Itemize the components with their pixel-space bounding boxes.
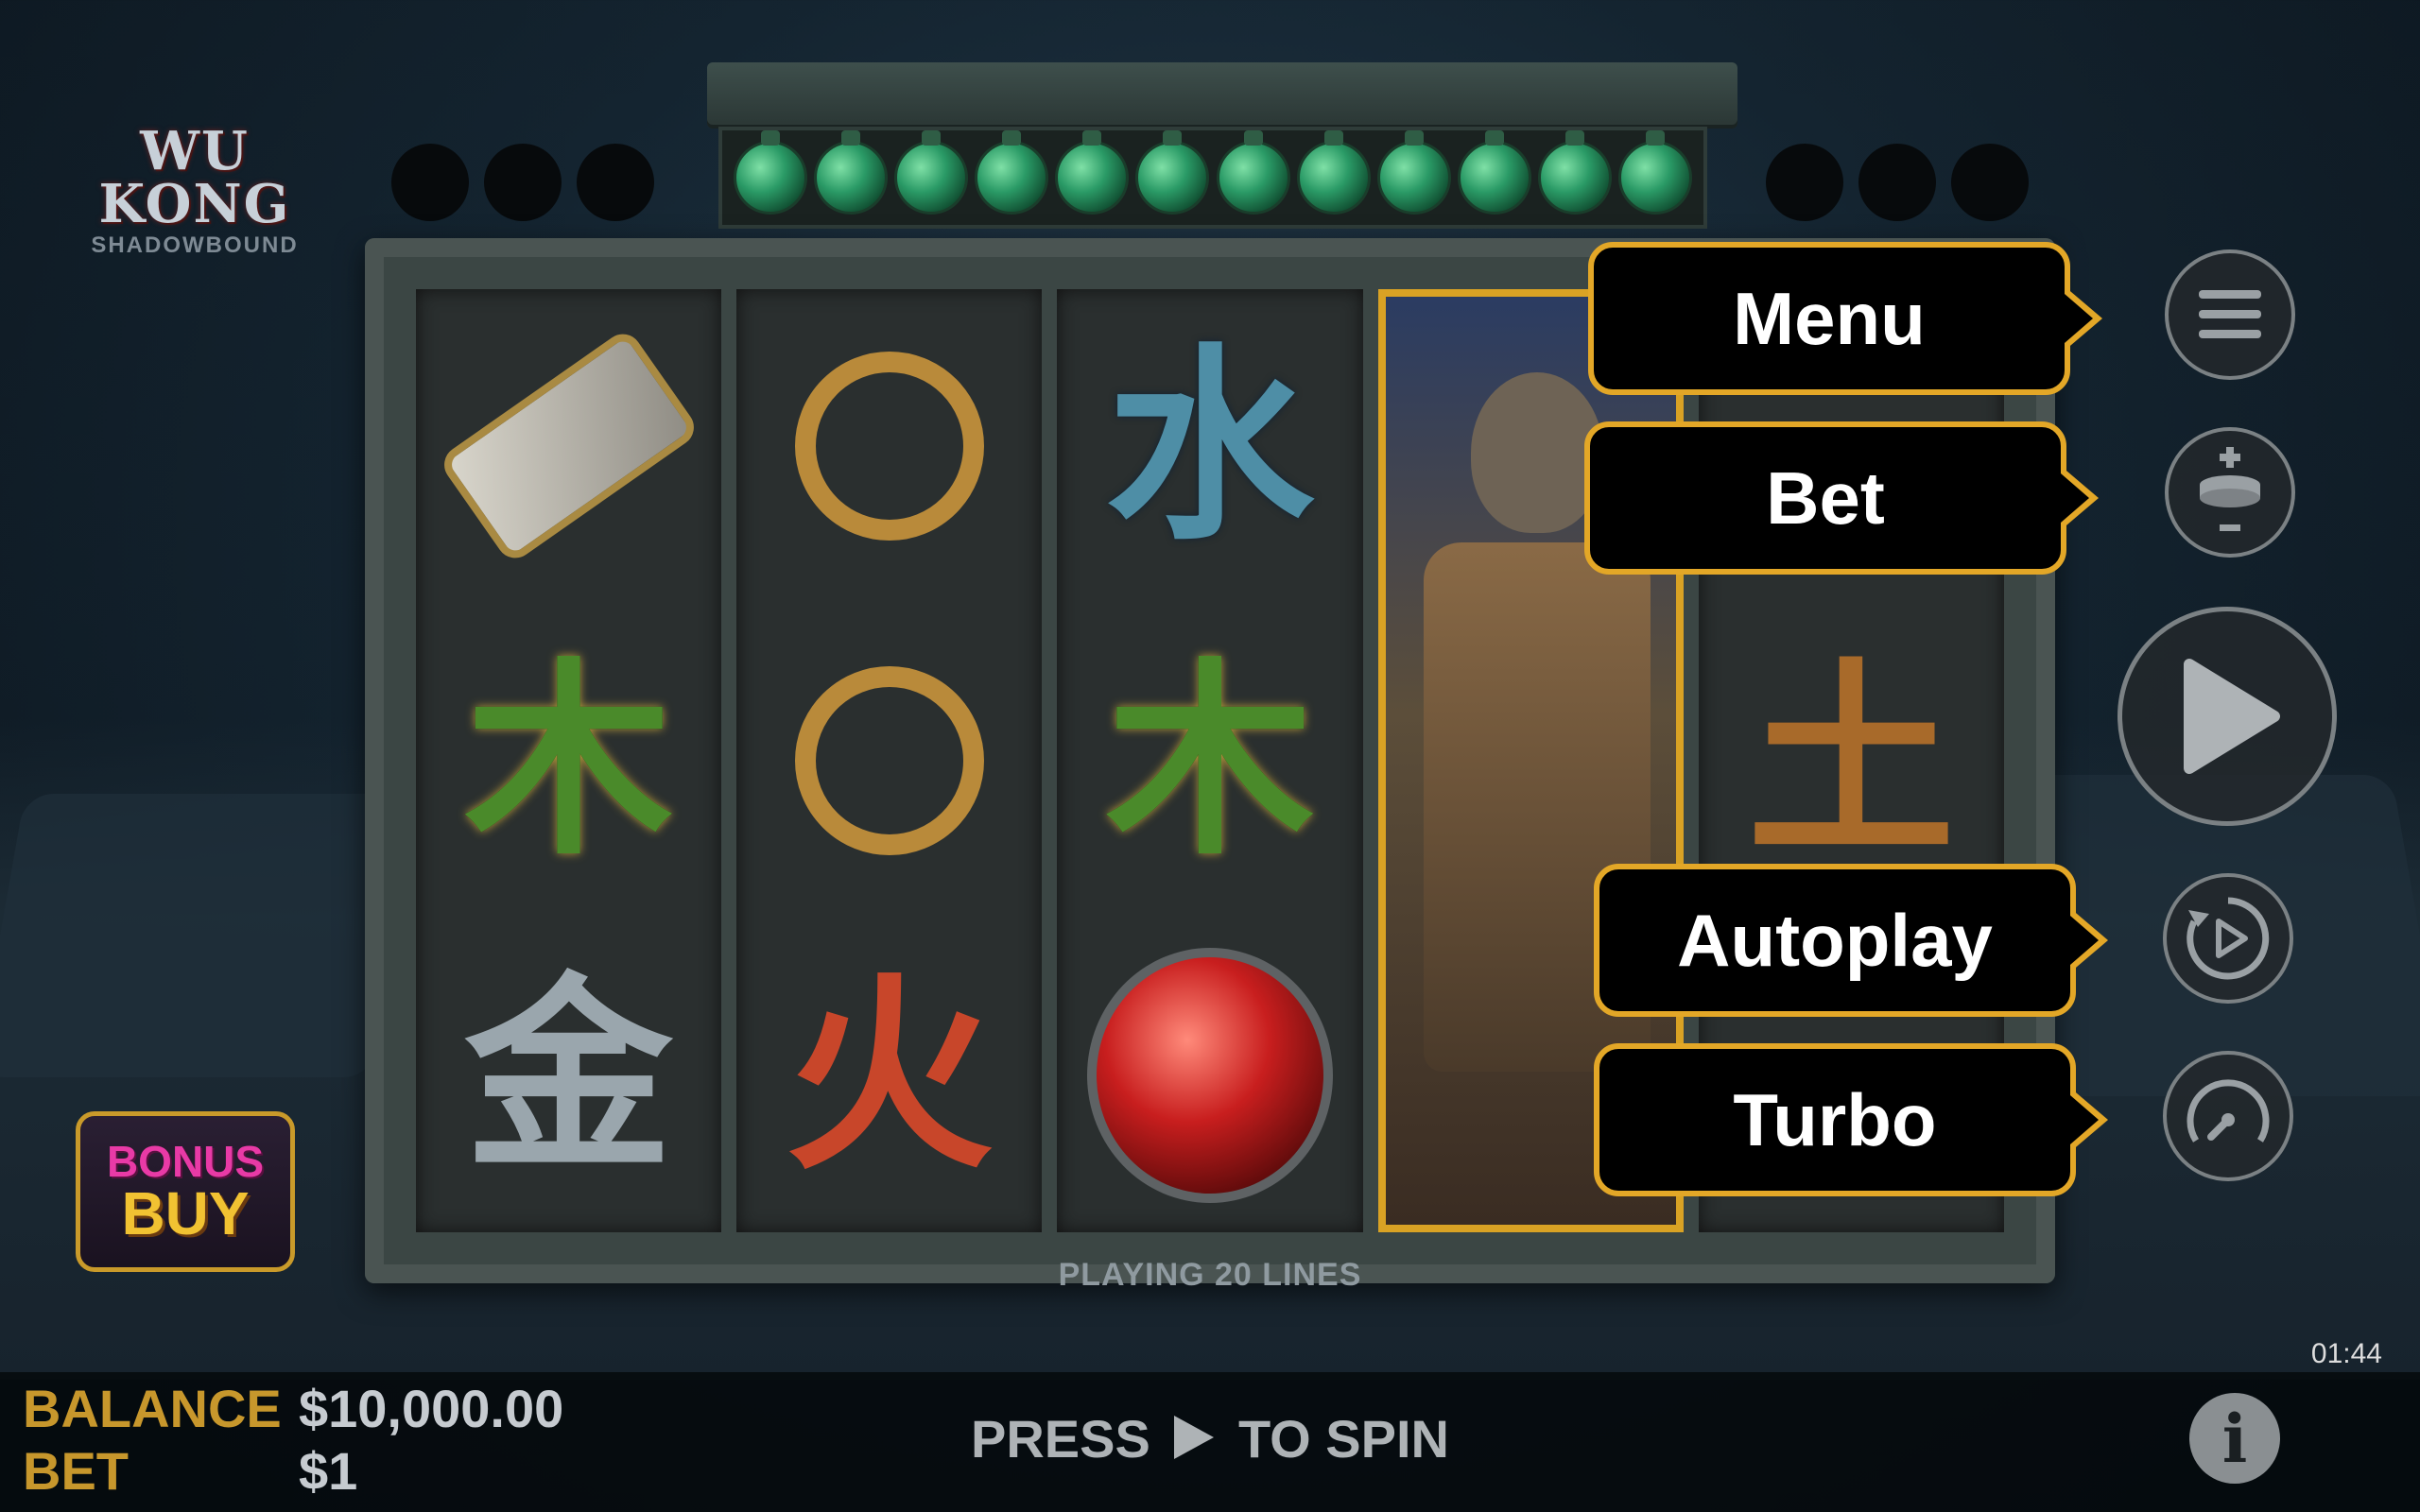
potion-icon xyxy=(733,130,807,215)
wukong-head xyxy=(1470,372,1603,533)
potion-icon xyxy=(1618,130,1693,215)
bonus-buy-line1: BONUS xyxy=(106,1137,265,1186)
potion-icon xyxy=(1135,130,1210,215)
metal-kanji-symbol: 金 xyxy=(464,952,673,1197)
potion-icon xyxy=(1296,130,1371,215)
earth-kanji-symbol: 土 xyxy=(1747,637,1956,883)
shelf-top xyxy=(707,62,1737,129)
fire-kanji-symbol: 火 xyxy=(785,952,994,1197)
indicator-dot xyxy=(1951,144,2029,221)
coin-stack-icon xyxy=(2200,447,2260,531)
indicator-dot xyxy=(484,144,562,221)
reel-1: 木 金 xyxy=(416,289,722,1232)
bonus-buy-button[interactable]: BONUS BUY xyxy=(76,1111,295,1272)
menu-button[interactable] xyxy=(2165,249,2295,380)
indicator-dot xyxy=(1858,144,1936,221)
potion-icon xyxy=(893,130,968,215)
potion-icon xyxy=(1457,130,1531,215)
bet-button[interactable] xyxy=(2165,427,2295,558)
play-icon xyxy=(2184,659,2280,774)
turbo-tooltip: Turbo xyxy=(1594,1043,2076,1196)
wood-kanji-symbol: 木 xyxy=(464,637,673,883)
autoplay-icon xyxy=(2187,897,2270,980)
golden-ring-symbol xyxy=(767,323,1012,569)
logo-title: WU KONG xyxy=(98,120,291,235)
autoplay-tooltip: Autoplay xyxy=(1594,864,2076,1017)
golden-ring-symbol xyxy=(767,638,1012,884)
autoplay-button[interactable] xyxy=(2163,873,2293,1004)
potion-icon xyxy=(1376,130,1451,215)
potion-icon xyxy=(1055,130,1130,215)
info-icon: i xyxy=(2221,1399,2248,1478)
potion-icon xyxy=(1216,130,1290,215)
water-kanji-symbol: 水 xyxy=(1105,323,1314,569)
scroll-symbol xyxy=(436,323,701,569)
potion-icon xyxy=(813,130,888,215)
game-logo: WU KONG SHADOWBOUND xyxy=(43,125,346,259)
press-to-spin: PRESS TO SPIN xyxy=(0,1408,2420,1469)
right-indicator-dots xyxy=(1766,144,2029,221)
press-suffix: TO SPIN xyxy=(1237,1409,1449,1469)
potion-icon xyxy=(975,130,1049,215)
turbo-button[interactable] xyxy=(2163,1051,2293,1181)
speedometer-icon xyxy=(2187,1079,2270,1143)
press-prefix: PRESS xyxy=(971,1409,1150,1469)
potion-shelf xyxy=(718,127,1707,229)
left-indicator-dots xyxy=(391,144,654,221)
lines-label: PLAYING 20 LINES xyxy=(1058,1257,1362,1293)
play-triangle-icon xyxy=(1174,1416,1215,1459)
spin-button[interactable] xyxy=(2118,607,2337,826)
wood-kanji-symbol: 木 xyxy=(1105,637,1314,883)
red-orb-symbol xyxy=(1086,947,1333,1203)
reel-2: 火 xyxy=(736,289,1043,1232)
indicator-dot xyxy=(391,144,469,221)
potion-icon xyxy=(1538,130,1613,215)
indicator-dot xyxy=(577,144,654,221)
indicator-dot xyxy=(1766,144,1843,221)
hamburger-icon xyxy=(2199,290,2261,338)
logo-subtitle: SHADOWBOUND xyxy=(91,232,299,258)
info-button[interactable]: i xyxy=(2189,1393,2280,1484)
bonus-buy-line2: BUY xyxy=(121,1179,250,1247)
menu-tooltip: Menu xyxy=(1588,242,2070,395)
bet-tooltip: Bet xyxy=(1584,421,2066,575)
reel-3: 水 木 xyxy=(1057,289,1363,1232)
clock: 01:44 xyxy=(2310,1338,2382,1369)
